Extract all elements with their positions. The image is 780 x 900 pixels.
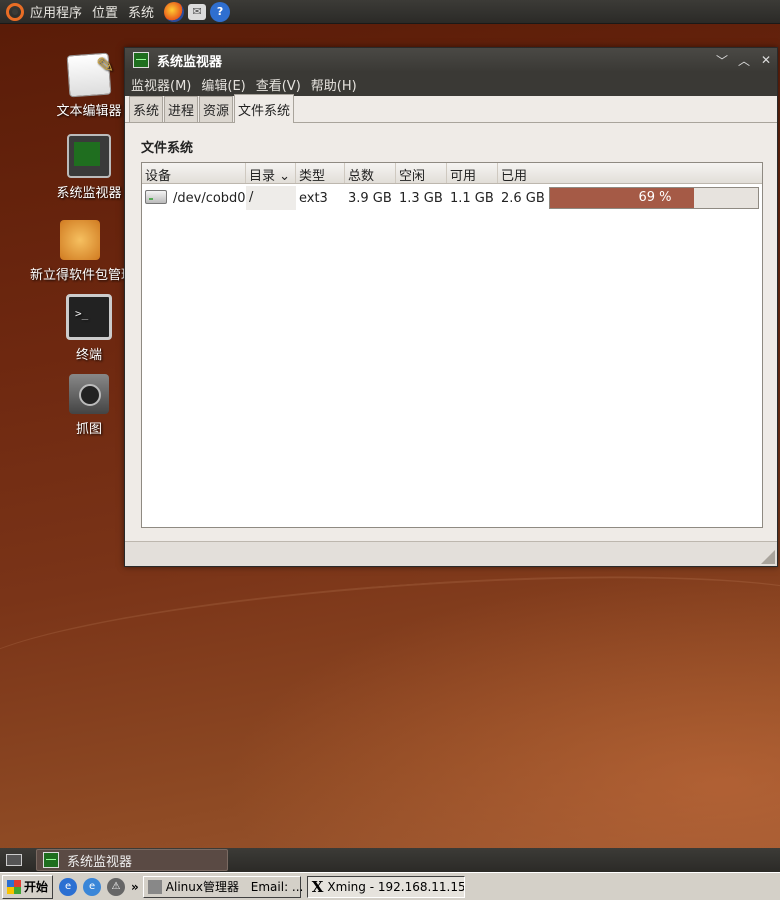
ie2-icon[interactable]: e — [83, 877, 102, 896]
system-monitor-window: 系统监视器 ﹀ ︿ ✕ 监视器(M) 编辑(E) 查看(V) 帮助(H) 系统 … — [124, 47, 778, 567]
desktop-icon-label: 新立得软件包管理器 — [30, 268, 130, 283]
filesystem-table: 设备 目录 ⌄ 类型 总数 空闲 可用 已用 /dev/cobd0 / ext3… — [141, 162, 763, 528]
column-header-total[interactable]: 总数 — [345, 163, 396, 183]
mail-icon[interactable]: ✉ — [188, 3, 207, 20]
wallpaper-wave — [0, 552, 780, 738]
desktop-icon-label: 终端 — [75, 348, 102, 363]
cell-total: 3.9 GB — [348, 190, 392, 206]
synaptic-icon — [60, 220, 100, 260]
column-header-label: 目录 — [249, 169, 276, 183]
menu-places[interactable]: 位置 — [92, 2, 118, 21]
cell-type: ext3 — [299, 190, 328, 206]
desktop-icon-synaptic[interactable]: 新立得软件包管理器 — [30, 220, 130, 283]
tab-resources[interactable]: 资源 — [199, 96, 234, 122]
cell-device: /dev/cobd0 — [142, 190, 246, 206]
taskbar-item-label: Alinux管理器 — [165, 880, 239, 894]
column-header-directory[interactable]: 目录 ⌄ — [246, 163, 296, 183]
taskbar-item-label: 系统监视器 — [67, 854, 133, 870]
taskbar-item-label: Email: ... — [250, 879, 303, 894]
alinux-icon — [147, 879, 162, 894]
start-label: 开始 — [24, 880, 49, 894]
table-row[interactable]: /dev/cobd0 / ext3 3.9 GB 1.3 GB 1.1 GB 2… — [142, 186, 762, 210]
taskbar-item-system-monitor[interactable]: 系统监视器 — [36, 849, 228, 871]
start-button[interactable]: 开始 — [2, 874, 54, 899]
top-panel: 应用程序 位置 系统 ✉ ? — [0, 0, 780, 24]
taskbar-item-label: Xming - 192.168.11.150 — [327, 879, 465, 894]
column-header-free[interactable]: 空闲 — [396, 163, 447, 183]
xming-x-icon: X — [311, 877, 324, 896]
resize-grip-icon[interactable] — [761, 550, 775, 564]
table-header: 设备 目录 ⌄ 类型 总数 空闲 可用 已用 — [142, 163, 762, 184]
status-bar — [125, 541, 777, 566]
menu-applications[interactable]: 应用程序 — [30, 2, 82, 21]
section-title: 文件系统 — [141, 141, 194, 156]
column-header-used[interactable]: 已用 — [498, 163, 751, 183]
device-name: /dev/cobd0 — [173, 191, 246, 206]
quick-launch-overflow-icon[interactable]: » — [131, 880, 139, 894]
text-editor-icon — [66, 52, 112, 98]
column-header-device[interactable]: 设备 — [142, 163, 246, 183]
ubuntu-logo-icon[interactable] — [6, 2, 24, 21]
maximize-button[interactable]: ︿ — [733, 52, 755, 69]
system-monitor-app-icon — [43, 852, 59, 868]
firefox-icon[interactable] — [164, 1, 185, 22]
sort-chevron-down-icon: ⌄ — [279, 169, 291, 183]
desktop-icon-label: 抓图 — [75, 422, 102, 437]
cell-available: 1.1 GB — [450, 190, 494, 206]
tab-processes[interactable]: 进程 — [164, 96, 199, 122]
show-desktop-icon[interactable] — [6, 854, 22, 866]
column-header-available[interactable]: 可用 — [447, 163, 498, 183]
bottom-panel: 系统监视器 — [0, 848, 780, 872]
cell-free: 1.3 GB — [399, 190, 443, 206]
hard-drive-icon — [145, 190, 167, 204]
tab-file-systems[interactable]: 文件系统 — [234, 94, 295, 123]
used-percent-label: 69 % — [638, 190, 672, 205]
menubar: 监视器(M) 编辑(E) 查看(V) 帮助(H) — [125, 72, 777, 96]
window-titlebar[interactable]: 系统监视器 ﹀ ︿ ✕ — [125, 48, 777, 72]
window-title: 系统监视器 — [157, 54, 223, 70]
used-progress-bar: 69 % — [549, 187, 759, 209]
taskbar-item-email[interactable]: Email: ... — [247, 876, 303, 898]
minimize-button[interactable]: ﹀ — [711, 52, 733, 69]
close-button[interactable]: ✕ — [755, 53, 777, 67]
desktop-icon-label: 系统监视器 — [56, 186, 122, 201]
taskbar-item-xming[interactable]: X Xming - 192.168.11.150 — [306, 875, 465, 898]
cell-directory: / — [246, 186, 296, 210]
menu-monitor[interactable]: 监视器(M) — [131, 75, 191, 94]
tab-bar: 系统 进程 资源 文件系统 — [125, 94, 777, 123]
screenshot-icon — [69, 374, 109, 414]
menu-system[interactable]: 系统 — [128, 2, 154, 21]
cell-used: 2.6 GB — [501, 190, 545, 206]
menu-edit[interactable]: 编辑(E) — [201, 75, 245, 94]
desktop-icon-label: 文本编辑器 — [56, 104, 122, 119]
windows-taskbar: 开始 e e ⚠ » Alinux管理器 Email: ... X Xming … — [0, 872, 780, 900]
ie-icon[interactable]: e — [59, 877, 78, 896]
menu-help[interactable]: 帮助(H) — [311, 75, 357, 94]
warning-icon[interactable]: ⚠ — [107, 877, 126, 896]
menu-view[interactable]: 查看(V) — [256, 75, 301, 94]
help-icon[interactable]: ? — [210, 1, 231, 22]
system-monitor-app-icon — [133, 52, 149, 68]
tab-system[interactable]: 系统 — [129, 96, 164, 122]
system-monitor-icon — [67, 134, 111, 178]
windows-logo-icon — [7, 879, 21, 894]
tab-content: 文件系统 设备 目录 ⌄ 类型 总数 空闲 可用 已用 /dev/cobd0 /… — [125, 123, 777, 528]
column-header-type[interactable]: 类型 — [296, 163, 345, 183]
terminal-icon — [66, 294, 112, 340]
